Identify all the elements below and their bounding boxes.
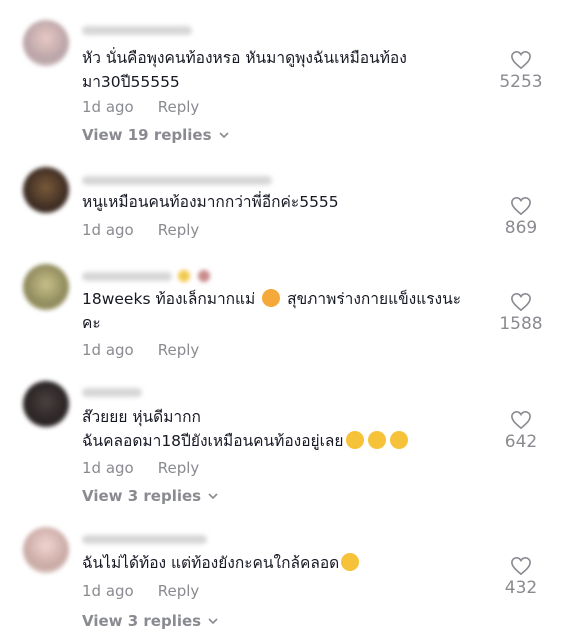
comment-text: ส๊วยยย หุ่นดีมากก ฉันคลอดมา18ปียังเหมือน…	[82, 405, 492, 453]
comment-time: 1d ago	[82, 459, 134, 477]
like-button[interactable]: 869	[491, 196, 551, 238]
view-replies-label: View 3 replies	[82, 612, 202, 630]
emoji-icon	[198, 270, 210, 282]
view-replies-label: View 19 replies	[82, 126, 212, 144]
comment-time: 1d ago	[82, 582, 134, 600]
comment-meta: 1d ago Reply	[82, 459, 199, 477]
laughing-emoji-icon	[389, 431, 408, 449]
like-count: 869	[504, 218, 538, 238]
laughing-emoji-icon	[345, 431, 364, 449]
comment-text: หัว นั่นคือพุงคนท้องหรอ หันมาดูพุงฉันเหม…	[82, 49, 407, 91]
chevron-down-icon	[218, 132, 229, 139]
crying-emoji-icon	[341, 553, 360, 571]
like-count: 5253	[499, 72, 543, 92]
like-count: 642	[504, 432, 538, 452]
username-blurred[interactable]	[82, 272, 172, 281]
like-button[interactable]: 1588	[491, 292, 551, 334]
like-count: 1588	[499, 314, 543, 334]
love-face-emoji-icon	[262, 289, 281, 307]
reply-button[interactable]: Reply	[158, 98, 200, 116]
heart-outline-icon	[511, 196, 531, 216]
chevron-down-icon	[208, 493, 218, 500]
view-replies-label: View 3 replies	[82, 487, 202, 505]
heart-outline-icon	[511, 556, 531, 576]
reply-button[interactable]: Reply	[158, 221, 200, 239]
view-replies-button[interactable]: View 19 replies	[82, 126, 230, 144]
comment-meta: 1d ago Reply	[82, 582, 199, 600]
reply-button[interactable]: Reply	[158, 459, 200, 477]
comment-meta: 1d ago Reply	[82, 221, 199, 239]
comment-time: 1d ago	[82, 341, 134, 359]
like-count: 432	[504, 578, 538, 598]
comment-meta: 1d ago Reply	[82, 98, 199, 116]
avatar[interactable]	[23, 527, 69, 573]
comment-text: 18weeks ท้องเล็กมากแม่ สุขภาพร่างกายแข็ง…	[82, 289, 462, 332]
avatar[interactable]	[23, 167, 69, 213]
comment-text: ฉันไม่ได้ท้อง แต่ท้องยังกะคนใกล้คลอด	[82, 551, 492, 575]
avatar[interactable]	[23, 264, 69, 310]
avatar[interactable]	[23, 381, 69, 427]
view-replies-button[interactable]: View 3 replies	[82, 612, 219, 630]
reply-button[interactable]: Reply	[158, 341, 200, 359]
heart-outline-icon	[511, 410, 531, 430]
emoji-icon	[178, 270, 190, 282]
comment-time: 1d ago	[82, 221, 134, 239]
comment-meta: 1d ago Reply	[82, 341, 199, 359]
comment-time: 1d ago	[82, 98, 134, 116]
like-button[interactable]: 5253	[491, 50, 551, 92]
like-button[interactable]: 642	[491, 410, 551, 452]
username-blurred[interactable]	[82, 388, 142, 397]
comment-text: หนูเหมือนคนท้องมากกว่าพี่อีกค่ะ5555	[82, 193, 339, 211]
heart-outline-icon	[511, 292, 531, 312]
chevron-down-icon	[208, 618, 218, 625]
like-button[interactable]: 432	[491, 556, 551, 598]
reply-button[interactable]: Reply	[158, 582, 200, 600]
laughing-emoji-icon	[367, 431, 386, 449]
heart-outline-icon	[511, 50, 531, 70]
avatar[interactable]	[23, 20, 69, 66]
username-blurred[interactable]	[82, 535, 207, 544]
username-blurred[interactable]	[82, 26, 192, 35]
view-replies-button[interactable]: View 3 replies	[82, 487, 219, 505]
username-blurred[interactable]	[82, 176, 272, 185]
